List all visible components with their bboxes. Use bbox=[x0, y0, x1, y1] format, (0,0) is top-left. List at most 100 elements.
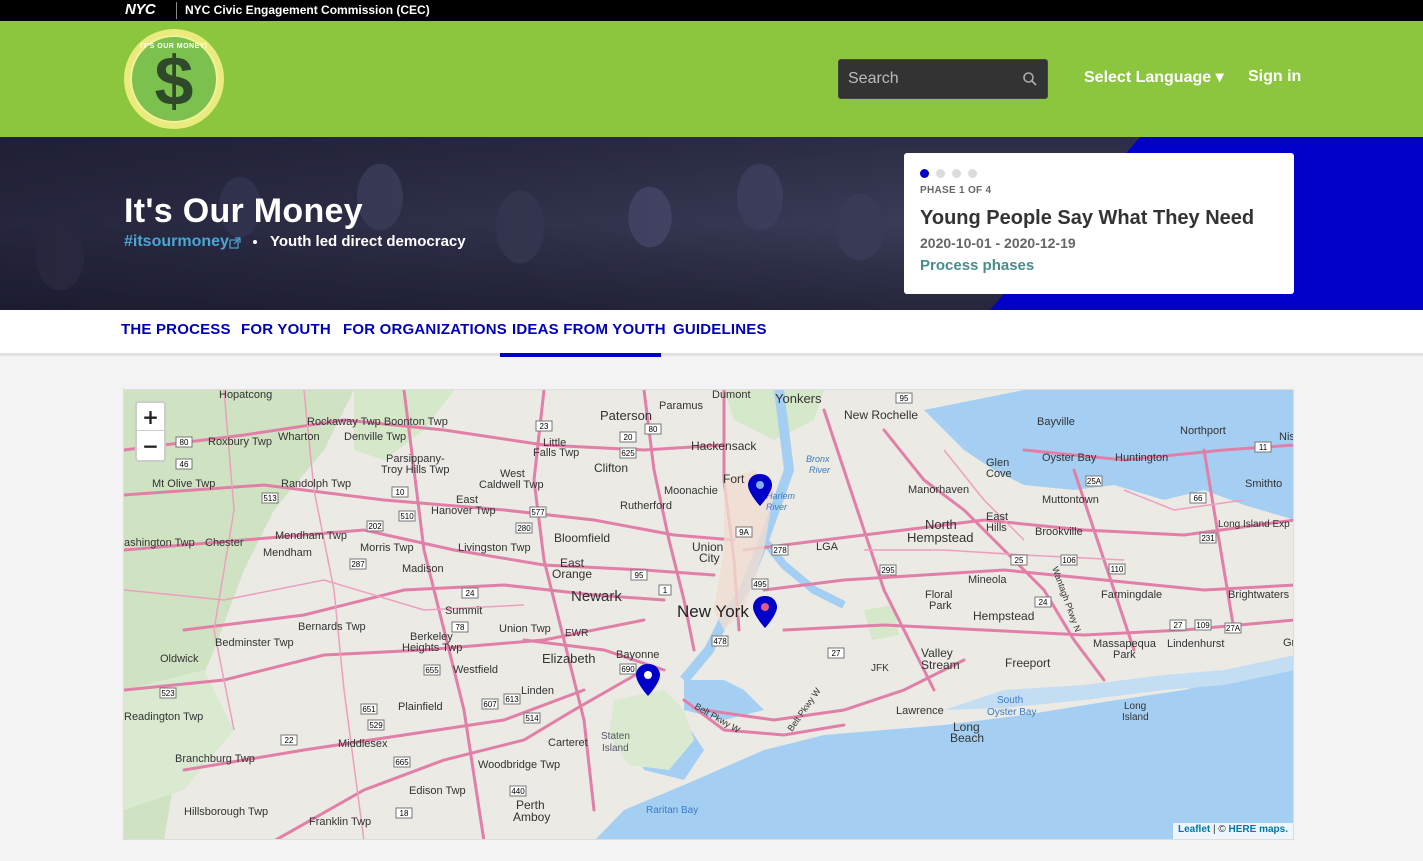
map-label: Newark bbox=[571, 588, 622, 605]
map-label: Readington Twp bbox=[124, 711, 203, 723]
zoom-in-button[interactable]: + bbox=[137, 403, 164, 431]
svg-text:613: 613 bbox=[505, 695, 519, 704]
zoom-out-button[interactable]: − bbox=[137, 432, 164, 460]
map-label: Cove bbox=[986, 468, 1012, 480]
process-nav: THE PROCESS FOR YOUTH FOR ORGANIZATIONS … bbox=[0, 310, 1423, 357]
map-label: Island bbox=[1122, 712, 1149, 723]
svg-text:106: 106 bbox=[1062, 556, 1076, 565]
map-label: Chester bbox=[205, 537, 244, 549]
page-title: It's Our Money bbox=[124, 192, 363, 230]
tab-the-process[interactable]: THE PROCESS bbox=[121, 321, 231, 338]
map-label: Northport bbox=[1180, 425, 1226, 437]
search-box bbox=[838, 59, 1048, 99]
map-label: Rutherford bbox=[620, 500, 672, 512]
divider bbox=[176, 2, 177, 19]
map-label: Falls Twp bbox=[533, 447, 579, 459]
map-label: Moonachie bbox=[664, 485, 718, 497]
map-label: Hempstead bbox=[907, 530, 973, 545]
svg-text:22: 22 bbox=[285, 736, 294, 745]
map-label: Farmingdale bbox=[1101, 589, 1162, 601]
active-tab-indicator bbox=[500, 353, 661, 357]
phase-dot-3[interactable] bbox=[952, 169, 961, 178]
hashtag-link[interactable]: #itsourmoney bbox=[124, 233, 229, 251]
map-label: City bbox=[699, 551, 720, 565]
map-label: Denville Twp bbox=[344, 431, 406, 443]
map-label: Hopatcong bbox=[219, 390, 272, 401]
svg-text:9A: 9A bbox=[739, 528, 749, 537]
svg-text:109: 109 bbox=[1196, 621, 1210, 630]
zoom-control: + − bbox=[135, 401, 166, 462]
map-label: Park bbox=[929, 600, 952, 612]
nyc-logo[interactable]: NYC bbox=[125, 2, 156, 18]
svg-text:280: 280 bbox=[517, 524, 531, 533]
svg-text:78: 78 bbox=[456, 623, 465, 632]
map-label: Linden bbox=[521, 685, 554, 697]
map-label: EWR bbox=[565, 628, 588, 639]
map-label: South bbox=[997, 695, 1023, 706]
map-label: Wharton bbox=[278, 431, 320, 443]
phase-dot-1[interactable] bbox=[920, 169, 929, 178]
map-marker-icon[interactable] bbox=[753, 596, 777, 628]
leaflet-link[interactable]: Leaflet bbox=[1178, 824, 1210, 835]
svg-text:25: 25 bbox=[1015, 556, 1024, 565]
phase-dates: 2020-10-01 - 2020-12-19 bbox=[920, 235, 1076, 251]
map-label: Oldwick bbox=[160, 653, 199, 665]
svg-text:80: 80 bbox=[180, 438, 189, 447]
language-select[interactable]: Select Language ▾ bbox=[1084, 67, 1224, 87]
logo-emblem: IT'S OUR MONEY! $ bbox=[130, 35, 218, 123]
tab-ideas-from-youth[interactable]: IDEAS FROM YOUTH bbox=[512, 321, 666, 338]
map-label: Long bbox=[1124, 701, 1146, 712]
svg-text:495: 495 bbox=[753, 580, 767, 589]
map-label: Hackensack bbox=[691, 439, 757, 453]
map-label: Clifton bbox=[594, 461, 628, 475]
tab-for-organizations[interactable]: FOR ORGANIZATIONS bbox=[343, 321, 507, 338]
map-label: New York bbox=[677, 602, 749, 621]
phase-label: PHASE 1 OF 4 bbox=[920, 185, 992, 196]
map-label: New Rochelle bbox=[844, 408, 918, 422]
svg-text:202: 202 bbox=[368, 522, 382, 531]
svg-text:18: 18 bbox=[400, 809, 409, 818]
external-link-icon[interactable] bbox=[229, 237, 241, 249]
agency-name[interactable]: NYC Civic Engagement Commission (CEC) bbox=[185, 3, 430, 18]
map-label: Carteret bbox=[548, 737, 588, 749]
svg-text:25A: 25A bbox=[1087, 477, 1102, 486]
here-maps-link[interactable]: HERE maps. bbox=[1229, 824, 1288, 835]
map-label: Freeport bbox=[1005, 656, 1051, 670]
svg-text:665: 665 bbox=[395, 758, 409, 767]
map-label: Branchburg Twp bbox=[175, 753, 255, 765]
map-label: Summit bbox=[445, 605, 482, 617]
tab-for-youth[interactable]: FOR YOUTH bbox=[241, 321, 331, 338]
tab-guidelines[interactable]: GUIDELINES bbox=[673, 321, 767, 338]
process-phases-link[interactable]: Process phases bbox=[920, 257, 1034, 274]
map-label: Dumont bbox=[712, 390, 751, 401]
map-label: Oyster Bay bbox=[1042, 452, 1097, 464]
svg-text:577: 577 bbox=[531, 508, 545, 517]
its-our-money-logo[interactable]: IT'S OUR MONEY! $ bbox=[124, 29, 224, 129]
map-label: Fort bbox=[723, 472, 745, 486]
phase-dot-4[interactable] bbox=[968, 169, 977, 178]
map-label: Roxbury Twp bbox=[208, 436, 272, 448]
map-label: Randolph Twp bbox=[281, 478, 351, 490]
map-label: Paterson bbox=[600, 408, 652, 423]
map-label: Hills bbox=[986, 522, 1007, 534]
map-label: Livingston Twp bbox=[458, 542, 531, 554]
map-label: Staten bbox=[601, 731, 630, 742]
nyc-top-bar: NYC NYC Civic Engagement Commission (CEC… bbox=[0, 0, 1423, 21]
ideas-map[interactable]: Hopatcong Rockaway Twp Boonton Twp Roxbu… bbox=[123, 389, 1294, 840]
map-label: Raritan Bay bbox=[646, 805, 698, 816]
map-marker-icon[interactable] bbox=[636, 664, 660, 696]
map-label: Muttontown bbox=[1042, 494, 1099, 506]
search-icon[interactable] bbox=[1022, 71, 1038, 87]
svg-text:80: 80 bbox=[649, 425, 658, 434]
search-input[interactable] bbox=[839, 60, 1014, 98]
map-label: River bbox=[809, 465, 831, 475]
svg-text:27A: 27A bbox=[1226, 624, 1241, 633]
svg-text:651: 651 bbox=[362, 705, 376, 714]
svg-text:514: 514 bbox=[525, 714, 539, 723]
sign-in-link[interactable]: Sign in bbox=[1248, 68, 1301, 86]
phase-dot-2[interactable] bbox=[936, 169, 945, 178]
svg-text:295: 295 bbox=[881, 566, 895, 575]
map-label: Yonkers bbox=[775, 391, 822, 406]
map-label: Edison Twp bbox=[409, 785, 466, 797]
map-label: Amboy bbox=[513, 810, 550, 824]
